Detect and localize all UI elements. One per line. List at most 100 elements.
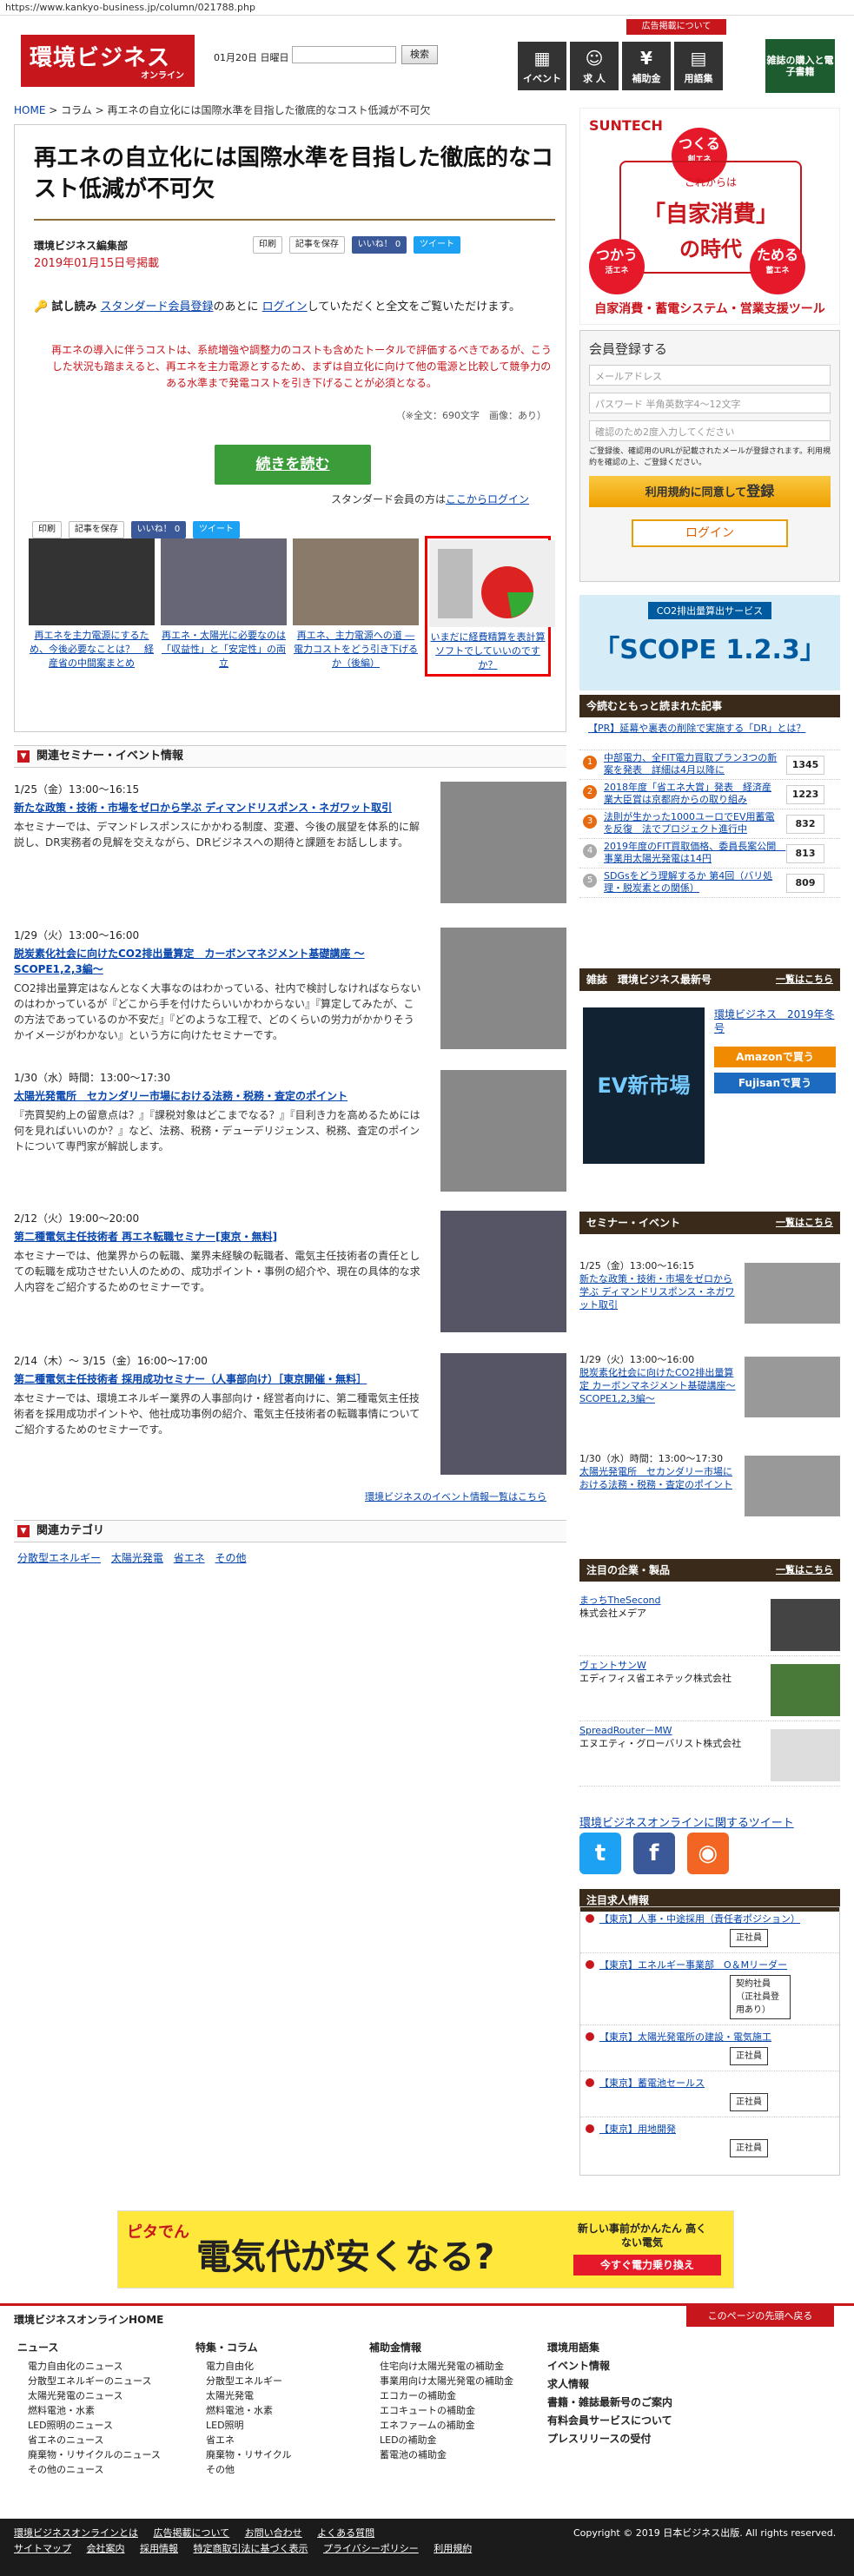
footer-bottom-link[interactable]: サイトマップ [14,2543,71,2554]
fujisan-button[interactable]: Fujisanで買う [714,1073,836,1093]
footer-bottom-link[interactable]: 採用情報 [140,2543,178,2554]
sidebar-event-link[interactable]: 新たな政策・技術・市場をゼロから学ぶ ディマンドリスポンス・ネガワット取引 [579,1272,736,1311]
events-more-link[interactable]: 環境ビジネスのイベント情報一覧はこちら [365,1489,546,1503]
footer-link[interactable]: エコキュートの補助金 [369,2403,513,2418]
footer-bottom-link[interactable]: 会社案内 [87,2543,125,2554]
tweet-button-2[interactable]: ツイート [193,521,241,538]
nav-events[interactable]: ▦ イベント [518,42,566,90]
facebook-icon[interactable]: f [632,1833,675,1874]
tweet-button[interactable]: ツイート [414,236,461,254]
footer-link[interactable]: プレスリリースの受付 [547,2432,672,2447]
ad-cta-button[interactable]: 今すぐ電力乗り換え [573,2255,721,2275]
footer-link[interactable]: 蓄電池の補助金 [369,2447,513,2462]
corp-link[interactable]: ヴェントサンW [579,1660,646,1671]
category-link[interactable]: 分散型エネルギー [17,1552,101,1564]
footer-link[interactable]: 電力自由化のニュース [17,2359,161,2374]
print-button-2[interactable]: 印刷 [32,521,62,538]
footer-link[interactable]: 廃棄物・リサイクル [195,2447,291,2462]
footer-link[interactable]: 太陽光発電のニュース [17,2388,161,2403]
footer-link[interactable]: 分散型エネルギーのニュース [17,2374,161,2388]
category-link[interactable]: その他 [215,1552,247,1564]
search-input[interactable] [292,46,396,63]
login-button[interactable]: ログイン [632,519,788,547]
footer-link[interactable]: 書籍・雑誌最新号のご案内 [547,2395,672,2410]
magazine-title[interactable]: 環境ビジネス 2019年冬号 [714,1007,836,1035]
site-logo[interactable]: 環境ビジネス オンライン [21,35,195,87]
footer-link[interactable]: エコカーの補助金 [369,2388,513,2403]
footer-link[interactable]: 住宅向け太陽光発電の補助金 [369,2359,513,2374]
footer-link[interactable]: 事業用向け太陽光発電の補助金 [369,2374,513,2388]
job-item[interactable]: 【東京】太陽光発電所の建設・電気施工 正社員 [580,2025,839,2071]
nav-subsidy[interactable]: ¥ 補助金 [622,42,671,90]
corp-link[interactable]: SpreadRouter－MW [579,1725,672,1736]
read-more-button[interactable]: 続きを読む [215,445,371,485]
footer-link[interactable]: 太陽光発電 [195,2388,291,2403]
email-field[interactable]: メールアドレス [589,365,831,386]
print-button[interactable]: 印刷 [253,236,282,254]
scope-ad[interactable]: CO2排出量算出サービス 「SCOPE 1.2.3」 [579,595,840,690]
category-link[interactable]: 省エネ [174,1552,205,1564]
save-button[interactable]: 記事を保存 [288,236,345,254]
job-item[interactable]: 【東京】エネルギー事業部 O＆Mリーダー 契約社員（正社員登用あり） [580,1953,839,2025]
event-link[interactable]: 第二種電気主任技術者 採用成功セミナー（人事部向け）［東京開催・無料］ [14,1371,422,1387]
footer-home-link[interactable]: 環境ビジネスオンラインHOME [14,2312,163,2327]
password-field[interactable]: パスワード 半角英数字4～12文字 [589,393,831,413]
footer-bottom-link[interactable]: お問い合わせ [245,2527,302,2539]
event-link[interactable]: 脱炭素化社会に向けたCO2排出量算定 カーボンマネジメント基礎講座 ～SCOPE… [14,946,422,977]
login-link[interactable]: ログイン [262,301,308,314]
suntech-ad[interactable]: SUNTECH つくる 創エネ これからは 「自家消費」 の時代 つかう 活エネ た… [579,108,840,325]
footer-link[interactable]: LED照明 [195,2418,291,2433]
ranking-item[interactable]: 5 SDGsをどう理解するか 第4回（バリ処理・脱炭素との関係） 809 [579,869,840,898]
job-item[interactable]: 【東京】用地開発 正社員 [580,2117,839,2163]
pitaden-ad[interactable]: ピタでん 電気代が安くなる? 新しい事前がかんたん 高くない電気 今すぐ電力乗り… [117,2210,734,2289]
footer-link[interactable]: 廃棄物・リサイクルのニュース [17,2447,161,2462]
footer-link[interactable]: 電力自由化 [195,2359,291,2374]
address-bar[interactable]: https://www.kankyo-business.jp/column/02… [0,0,854,16]
footer-link[interactable]: 分散型エネルギー [195,2374,291,2388]
footer-bottom-link[interactable]: 広告掲載について [154,2527,230,2539]
magazine-banner[interactable]: 雑誌の購入と電子書籍 [765,39,835,93]
footer-link[interactable]: LED照明のニュース [17,2418,161,2433]
footer-bottom-link[interactable]: 利用規約 [434,2543,472,2554]
search-button[interactable]: 検索 [401,45,438,64]
breadcrumb-home[interactable]: HOME [14,104,45,116]
related-article-highlighted[interactable]: いまだに経費精算を表計算ソフトでしていいのですか？ [425,536,555,677]
twitter-link[interactable]: 環境ビジネスオンラインに関するツイート [579,1813,794,1830]
sidebar-event-link[interactable]: 太陽光発電所 セカンダリー市場における法務・税務・査定のポイント [579,1465,736,1491]
nav-jobs[interactable]: ☺ 求 人 [570,42,619,90]
footer-link[interactable]: 燃料電池・水素 [195,2403,291,2418]
footer-link[interactable]: 燃料電池・水素 [17,2403,161,2418]
ranking-item[interactable]: 3 法則が生かった1000ユーロでEV用蓄電を反復 法でプロジェクト進行中 832 [579,809,840,839]
footer-link[interactable]: エネファームの補助金 [369,2418,513,2433]
corp-link[interactable]: まっちTheSecond [579,1595,661,1606]
job-item[interactable]: 【東京】蓄電池セールス 正社員 [580,2071,839,2117]
ranking-item[interactable]: 4 2019年度のFIT買取価格、委員長案公開 事業用太陽光発電は14円 813 [579,839,840,869]
footer-bottom-link[interactable]: 特定商取引法に基づく表示 [194,2543,308,2554]
event-link[interactable]: 第二種電気主任技術者 再エネ転職セミナー[東京・無料] [14,1229,422,1245]
ad-info-link[interactable]: 広告掲載について [626,19,726,35]
magazine-more-link[interactable]: 一覧はこちら [776,968,833,991]
standard-register-link[interactable]: スタンダード会員登録 [100,301,213,314]
footer-bottom-link[interactable]: よくある質問 [317,2527,374,2539]
related-article[interactable]: 再エネ・太陽光に必要なのは「収益性」と「安定性」の両立 [161,538,287,670]
footer-link[interactable]: 省エネのニュース [17,2433,161,2447]
ranking-item[interactable]: 【PR】延幕や裏表の削除で実施する「DR」とは？ [579,721,840,750]
footer-link[interactable]: LEDの補助金 [369,2433,513,2447]
twitter-icon[interactable]: t [579,1833,621,1874]
event-link[interactable]: 太陽光発電所 セカンダリー市場における法務・税務・査定のポイント [14,1088,422,1104]
corp-more-link[interactable]: 一覧はこちら [776,1559,833,1582]
footer-link[interactable]: その他のニュース [17,2462,161,2477]
related-article[interactable]: 再エネを主力電源にするため、今後必要なことは？ 経産省の中間案まとめ [29,538,155,670]
seminar-more-link[interactable]: 一覧はこちら [776,1212,833,1234]
rss-icon[interactable]: ◉ [686,1833,729,1874]
ranking-item[interactable]: 1 中部電力、全FIT電力買取プラン3つの新案を発表 詳細は4月以降に 1345 [579,750,840,780]
footer-link[interactable]: 求人情報 [547,2377,672,2392]
footer-link[interactable]: 有料会員サービスについて [547,2414,672,2428]
nav-glossary[interactable]: ▤ 用語集 [674,42,723,90]
back-to-top-button[interactable]: このページの先頭へ戻る [686,2306,834,2327]
ranking-item[interactable]: 2 2018年度「省エネ大賞」発表 経済産業大臣賞は京都府からの取り組み 1223 [579,780,840,809]
footer-bottom-link[interactable]: 環境ビジネスオンラインとは [14,2527,138,2539]
like-button-2[interactable]: いいね！ 0 [130,521,187,538]
magazine-cover[interactable]: EV新市場 [583,1007,705,1164]
footer-link[interactable]: 省エネ [195,2433,291,2447]
